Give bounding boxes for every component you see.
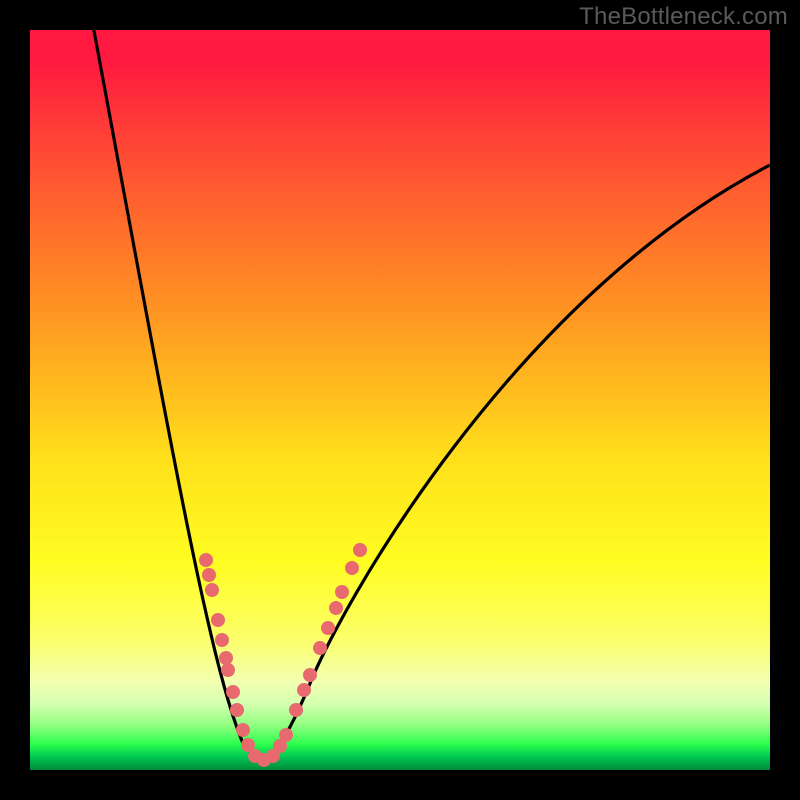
data-dot — [303, 668, 317, 682]
data-dot — [289, 703, 303, 717]
plot-area — [30, 30, 770, 770]
data-dot — [329, 601, 343, 615]
data-dot — [297, 683, 311, 697]
data-dot — [236, 723, 250, 737]
data-dot — [226, 685, 240, 699]
chart-frame: TheBottleneck.com — [0, 0, 800, 800]
data-dot — [345, 561, 359, 575]
bottleneck-curve — [92, 30, 770, 760]
curve-layer — [30, 30, 770, 770]
data-dot — [205, 583, 219, 597]
data-dot — [353, 543, 367, 557]
data-dot — [215, 633, 229, 647]
watermark-text: TheBottleneck.com — [579, 3, 788, 31]
data-dot — [219, 651, 233, 665]
data-dot — [279, 728, 293, 742]
data-dot — [211, 613, 225, 627]
data-dot — [313, 641, 327, 655]
data-dot — [202, 568, 216, 582]
data-dot — [335, 585, 349, 599]
data-dots — [199, 543, 367, 767]
data-dot — [221, 663, 235, 677]
data-dot — [321, 621, 335, 635]
data-dot — [230, 703, 244, 717]
data-dot — [199, 553, 213, 567]
